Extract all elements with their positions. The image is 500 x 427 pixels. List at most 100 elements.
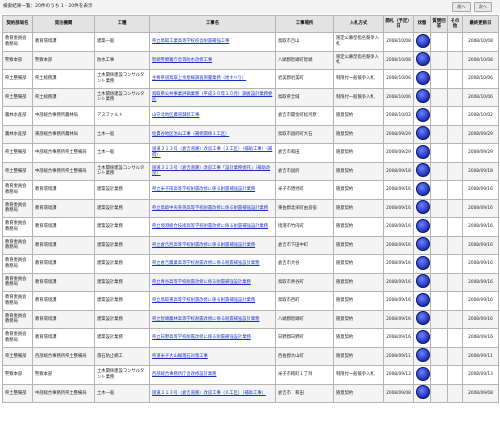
project-link[interactable]: 県立日野高等学校耐震改修に係る耐震補強設計業務 [152,335,251,340]
other-cell [447,254,463,274]
table-row: 農林水産部 中部総合事務所農林局 アスファルト 山守北地区農道舗装工事 倉吉市関金町松河… [2,106,499,126]
status-cell [413,235,431,255]
status-icon[interactable] [416,329,430,344]
qa-cell [430,50,448,70]
qa-cell [430,365,448,385]
qa-cell [430,235,448,255]
updated-date-cell: 2008/09/16 [462,180,499,200]
updated-date-cell: 2008/09/16 [462,328,499,348]
updated-date-cell: 2008/10/02 [462,106,499,126]
type-cell: 土木一般 [94,143,150,163]
place-cell: 倉吉市下田中町 [275,235,334,255]
project-link[interactable]: 県立倉吉農業高等学校耐震改修に係る耐震補強設計業務 [152,261,259,266]
qa-cell [430,272,448,292]
updated-date-cell: 2008/09/29 [462,124,499,144]
project-link[interactable]: 山守北地区農道舗装工事 [152,113,199,118]
opening-date-cell: 2008/09/11 [383,346,414,366]
updated-date-cell: 2008/09/16 [462,254,499,274]
status-icon[interactable] [416,126,430,141]
dept-cell: 教育委員会教務局 [2,272,33,292]
other-cell [447,161,463,181]
place-cell: 鳥取市吉山 [275,32,334,52]
project-link[interactable]: 県立倉吉西高等学校耐震改修に係る耐震補強設計業務 [152,243,255,248]
status-icon[interactable] [416,218,430,233]
project-link[interactable]: 県立米子南高等学校耐震改修に係る耐震補強設計業務 [152,187,255,192]
column-header: 開札（予定）日 [383,15,414,33]
other-cell [447,365,463,385]
project-link[interactable]: 智頭警察署庁舎等防水改修工事 [152,58,212,63]
status-icon[interactable] [416,385,430,400]
status-icon[interactable] [416,274,430,289]
other-cell [447,383,463,403]
method-cell: 随意契約 [333,291,384,311]
next-page-button[interactable]: 次へ [473,2,492,12]
project-name-cell: 県立米子南高等学校耐震改修に係る耐震補強設計業務 [149,180,276,200]
opening-date-cell: 2008/10/08 [383,50,414,70]
status-icon[interactable] [416,144,430,159]
status-icon[interactable] [416,200,430,215]
status-icon[interactable] [416,292,430,307]
updated-date-cell: 2008/09/16 [462,198,499,218]
updated-date-cell: 2008/10/08 [462,32,499,52]
other-cell [447,235,463,255]
project-name-cell: 主要県道鳥取上金屋線調査測量業務（地すべり） [149,69,276,89]
project-link[interactable]: 佐貫谷地区治山工事（補修関係１工区） [152,132,229,137]
table-row: 県土整備部 中部総合事務所県土整備局 土木一般 国道３１３号（倉吉道路）改良工事（２工… [2,143,499,163]
project-name-cell: 佐貫谷地区治山工事（補修関係１工区） [149,124,276,144]
type-cell: 建築設計業務 [94,328,150,348]
status-icon[interactable] [416,311,430,326]
table-row: 県土整備部 中部総合事務所県土整備局 土木関係建設コンサルタント業務 国道３１３号（倉… [2,161,499,181]
opening-date-cell: 2008/09/16 [383,328,414,348]
updated-date-cell: 2008/09/16 [462,235,499,255]
type-cell: 土木関係建設コンサルタント業務 [94,87,150,107]
status-icon[interactable] [416,52,430,67]
table-row: 教育委員会教務局 教育環境課 建築設計業務 県立日野高等学校耐震改修に係る耐震補強設計… [2,328,499,348]
status-icon[interactable] [416,181,430,196]
project-link[interactable]: 県立鳥取東高等学校耐震改修に係る耐震補強設計業務 [152,298,255,303]
type-cell: 建築設計業務 [94,217,150,237]
project-link[interactable]: 国道３１３号（倉吉道路）改良工事（６工区）（補助工事） [152,391,266,396]
project-link[interactable]: 県立鳥取工業高等学校校舎耐震補強工事 [152,39,229,44]
agency-cell: 県土総務課 [32,69,95,89]
opening-date-cell: 2008/10/08 [383,32,414,52]
prev-page-button[interactable]: 前へ [452,2,471,12]
opening-date-cell: 2008/10/02 [383,106,414,126]
project-link[interactable]: 国道３１３号（倉吉道路）改良工事（２工区）（補助工事）（補償） [152,147,272,157]
qa-cell [430,180,448,200]
project-link[interactable]: 県立智頭農林高等学校耐震改修に係る耐震補強設計業務 [152,317,259,322]
dept-cell: 農林水産部 [2,106,33,126]
opening-date-cell: 2008/09/16 [383,254,414,274]
status-icon[interactable] [416,163,430,178]
project-link[interactable]: 県立青谷高等学校耐震改修に係る耐震補強設計業務 [152,280,251,285]
agency-cell: 東部総合事務所農林局 [32,124,95,144]
status-icon[interactable] [416,237,430,252]
project-link[interactable]: 鳥取県公共事業評価業務（平成２０年１０月）調査設計業務委託 [152,92,272,102]
status-icon[interactable] [416,107,430,122]
status-icon[interactable] [416,70,430,85]
status-icon[interactable] [416,348,430,363]
other-cell [447,309,463,329]
updated-date-cell: 2008/09/16 [462,217,499,237]
project-link[interactable]: 主要県道鳥取上金屋線調査測量業務（地すべり） [152,76,246,81]
status-cell [413,180,431,200]
project-link[interactable]: 県道米子大山線落石対策工事 [152,354,208,359]
project-link[interactable]: 県立境港総合技術高等学校耐震改修に係る耐震補強設計業務 [152,224,268,229]
status-icon[interactable] [416,255,430,270]
agency-cell: 教育環境課 [32,217,95,237]
qa-cell [430,328,448,348]
status-icon[interactable] [416,366,430,381]
other-cell [447,198,463,218]
method-cell: 随意契約 [333,124,384,144]
place-cell: 倉吉市国府 [275,161,334,181]
status-cell [413,291,431,311]
table-row: 教育委員会教務局 教育環境課 建築設計業務 県立倉吉農業高等学校耐震改修に係る耐震補強… [2,254,499,274]
project-link[interactable]: 国道３１３号（倉吉道路）改良工事「設計業務委託」（補助改良） [152,166,270,176]
table-row: 県土整備部 中部総合事務所県土整備局 土木一般 国道３１３号（倉吉道路）改良工事（６工… [2,383,499,403]
project-link[interactable]: 県立鳥取中央育英高等学校耐震改修に係る耐震補強設計業務 [152,206,268,211]
project-link[interactable]: 西部総合事務所庁舎改修設計業務 [152,372,216,377]
status-icon[interactable] [416,89,430,104]
project-name-cell: 鳥取県公共事業評価業務（平成２０年１０月）調査設計業務委託 [149,87,276,107]
updated-date-cell: 2008/09/29 [462,143,499,163]
dept-cell: 県土整備部 [2,143,33,163]
status-icon[interactable] [416,33,430,48]
